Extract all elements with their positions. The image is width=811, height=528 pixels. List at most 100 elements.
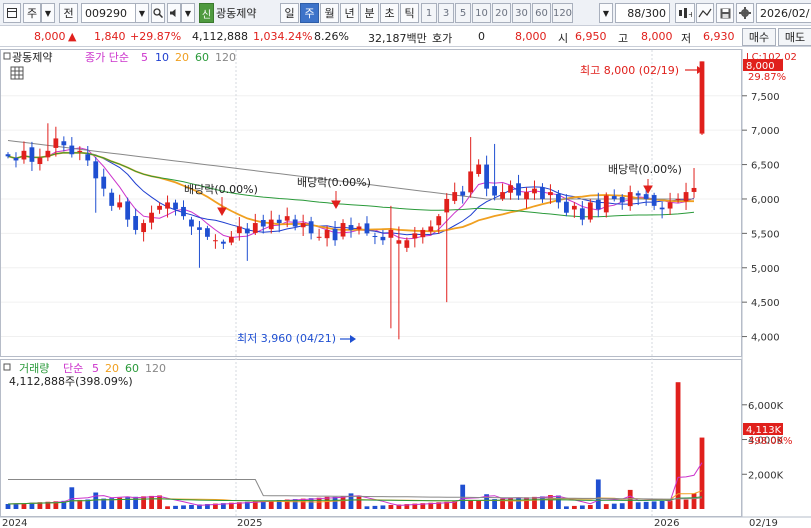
count-input[interactable]: 88/300: [615, 3, 670, 23]
candle-body: [101, 176, 107, 189]
interval-120[interactable]: 120: [552, 3, 573, 23]
candle-body: [643, 194, 649, 199]
interval-1[interactable]: 1: [421, 3, 437, 23]
interval-30[interactable]: 30: [512, 3, 531, 23]
candle-body: [77, 150, 83, 152]
volume-bar: [556, 495, 561, 509]
volume-bar: [532, 496, 537, 509]
candle-body: [157, 205, 162, 210]
candle-body: [556, 193, 561, 203]
volume-bar: [77, 499, 83, 509]
save-icon[interactable]: [716, 3, 734, 23]
candle-body: [61, 141, 67, 146]
low-label: 저: [681, 32, 692, 45]
ma-120-label: 120: [215, 51, 236, 64]
candle-body: [364, 223, 370, 234]
volume-bar: [316, 497, 322, 509]
high-label: 고: [618, 32, 629, 45]
stock-code-input[interactable]: 009290: [81, 3, 136, 23]
jeon-button[interactable]: 전: [59, 3, 78, 23]
current-volume-tag: 4,113K: [746, 425, 782, 436]
hoga-value: 0: [478, 30, 485, 43]
grid-toggle-icon[interactable]: [10, 66, 24, 80]
volume-bar: [165, 506, 170, 509]
candle-body: [181, 206, 186, 217]
draw-tool-icon[interactable]: [696, 3, 714, 23]
market-dropdown-icon[interactable]: ▼: [41, 3, 55, 23]
candle-body: [356, 226, 362, 230]
speaker-icon[interactable]: [167, 3, 181, 23]
candle-body: [85, 154, 91, 161]
volume-bar: [173, 505, 178, 509]
period-week[interactable]: 주: [300, 3, 319, 23]
ma-20-label: 20: [175, 51, 189, 64]
candle-body: [173, 202, 178, 210]
date-input[interactable]: 2026/02/: [756, 3, 811, 23]
interval-20[interactable]: 20: [492, 3, 511, 23]
volume-bar: [189, 504, 194, 509]
price-tick-label: 7,000: [751, 126, 780, 137]
volume-bar: [141, 496, 147, 509]
date-label: 2025: [237, 518, 262, 528]
candle-body: [404, 240, 410, 248]
candle-body: [13, 157, 19, 161]
candle-body: [396, 240, 402, 244]
candle-body: [300, 223, 306, 228]
price-change: 1,840: [94, 30, 126, 43]
window-menu-icon[interactable]: [3, 3, 21, 23]
interval-60[interactable]: 60: [532, 3, 551, 23]
price-tick-label: 5,500: [751, 229, 780, 240]
quote-bar: 8,000 ▲ 1,840 +29.87% 4,112,888 1,034.24…: [0, 27, 811, 47]
buy-button[interactable]: 매수: [742, 28, 776, 46]
vol-ma-5-label: 5: [92, 362, 99, 375]
up-arrow-icon: ▲: [68, 30, 77, 43]
code-dropdown-icon[interactable]: ▼: [135, 3, 149, 23]
gear-icon[interactable]: [736, 3, 754, 23]
price-tick-label: 6,500: [751, 161, 780, 172]
turnover-rate: 8.26%: [314, 30, 349, 43]
period-year[interactable]: 년: [340, 3, 359, 23]
candle-body: [93, 161, 99, 179]
period-minute[interactable]: 분: [360, 3, 379, 23]
candle-body: [611, 196, 617, 199]
period-day[interactable]: 일: [280, 3, 299, 23]
current-price-tag: 8,000: [746, 61, 775, 72]
interval-10[interactable]: 10: [472, 3, 491, 23]
candle-body: [683, 192, 689, 202]
candle-body: [444, 198, 450, 213]
candle-body: [133, 216, 139, 230]
price-change-rate: +29.87%: [130, 30, 182, 43]
candle-body: [468, 171, 474, 193]
candle-body: [476, 164, 482, 174]
candle-body: [492, 186, 497, 196]
volume-bar: [516, 497, 521, 509]
candle-body: [348, 225, 354, 230]
search-icon[interactable]: [151, 3, 165, 23]
speaker-dropdown-icon[interactable]: ▼: [181, 3, 195, 23]
candle-body: [635, 193, 641, 196]
candle-body: [667, 202, 673, 209]
candle-body: [332, 228, 338, 241]
period-month[interactable]: 월: [320, 3, 339, 23]
high-price: 8,000: [641, 30, 673, 43]
candle-body: [260, 220, 266, 227]
candle-body: [603, 195, 609, 213]
stock-chart[interactable]: 7,500 7,000 6,500 6,000 5,500 5,000 4,500 4,000…: [0, 47, 811, 528]
sell-button[interactable]: 매도: [778, 28, 811, 46]
candle-body: [252, 223, 258, 233]
settings-tools-icon[interactable]: +: [675, 3, 695, 23]
period-second[interactable]: 초: [380, 3, 399, 23]
candle-body: [197, 227, 202, 230]
interval-dropdown-icon[interactable]: ▼: [599, 3, 613, 23]
candle-body: [651, 195, 657, 206]
volume-bar: [468, 500, 474, 509]
period-tick[interactable]: 틱: [400, 3, 419, 23]
candle-body: [205, 228, 210, 237]
stock-name: 광동제약: [216, 7, 257, 20]
candle-body: [372, 235, 378, 237]
market-select[interactable]: 주: [23, 3, 41, 23]
candle-body: [37, 157, 43, 165]
volume: 4,112,888: [192, 30, 248, 43]
interval-3[interactable]: 3: [438, 3, 454, 23]
interval-5[interactable]: 5: [455, 3, 471, 23]
